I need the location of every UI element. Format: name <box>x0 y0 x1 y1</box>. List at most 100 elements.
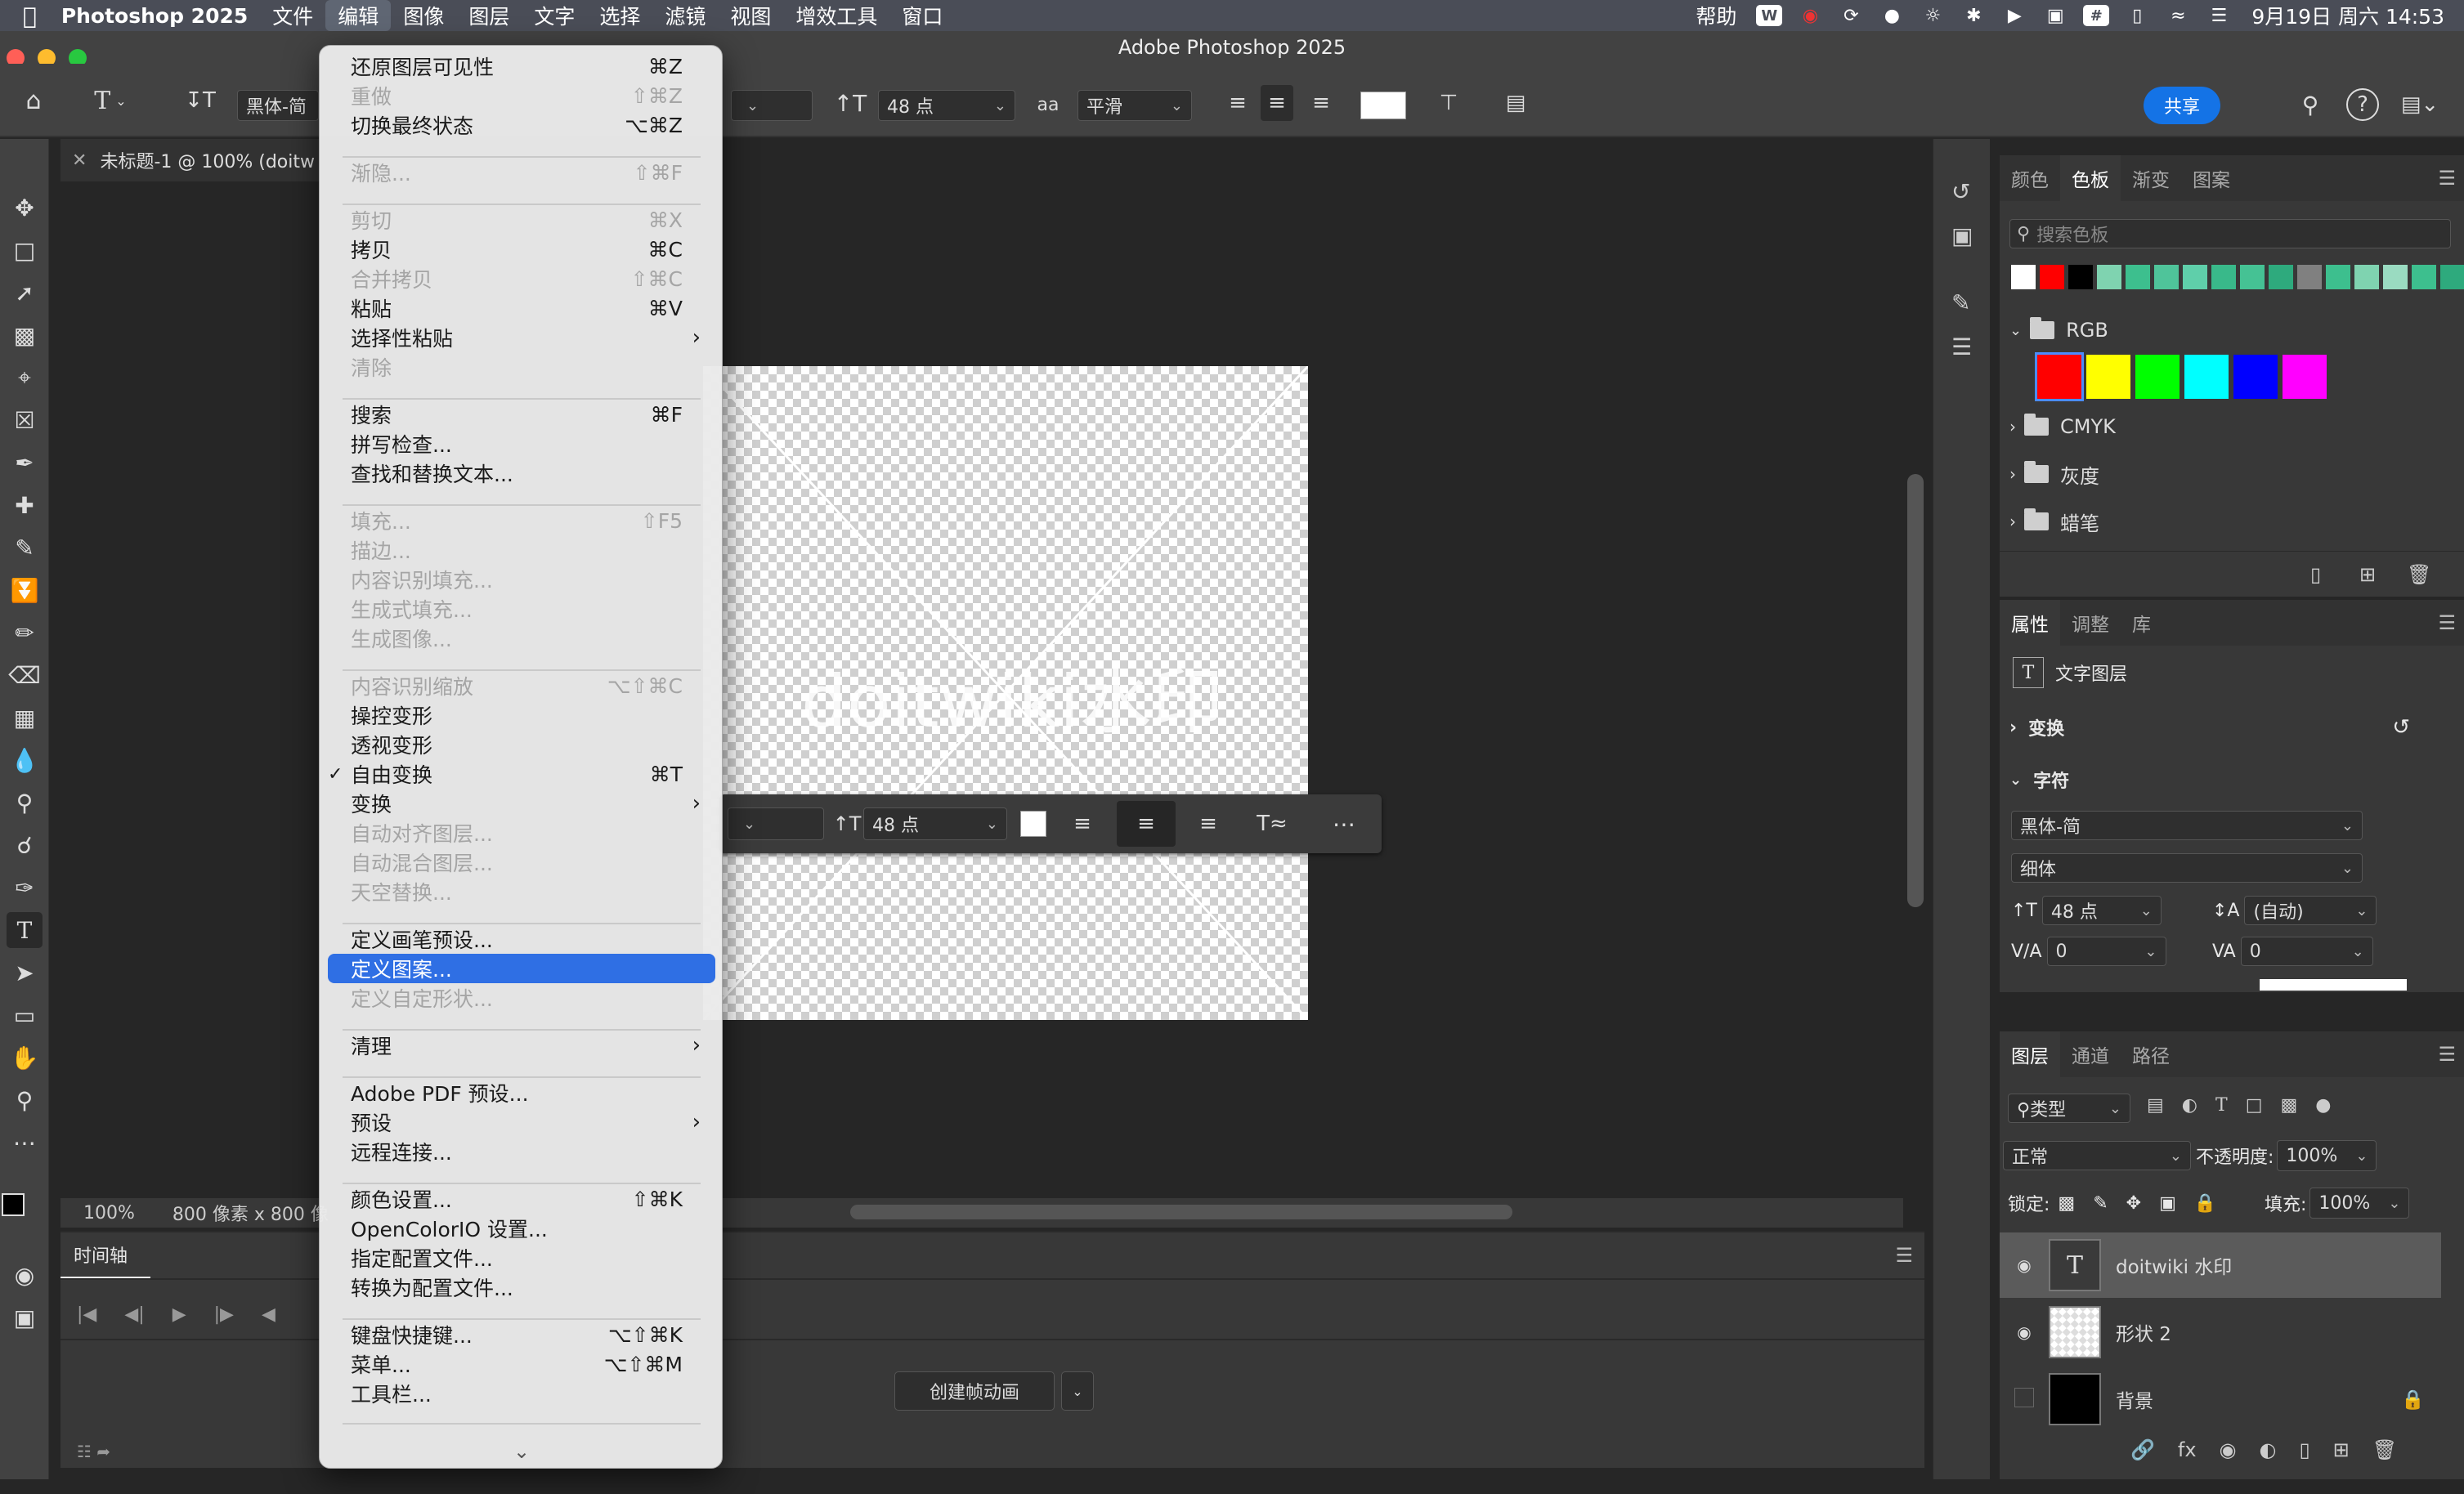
menu-item-19[interactable]: 操控变形 <box>328 700 715 730</box>
new-layer-icon[interactable]: ⊞ <box>2333 1438 2350 1461</box>
eye-icon[interactable]: ◉ <box>2000 1255 2049 1275</box>
menu-item-7[interactable]: 粘贴 ⌘V <box>328 293 715 323</box>
menu-item-8[interactable]: 选择性粘贴 › <box>328 323 715 352</box>
path-select-tool-icon[interactable]: ➤ <box>7 955 43 991</box>
new-swatch-icon[interactable]: ⊞ <box>2359 563 2376 586</box>
new-group-icon[interactable]: ▯ <box>2310 563 2321 586</box>
menu-layer[interactable]: 图层 <box>456 0 522 31</box>
battery-icon[interactable]: ▯ <box>2124 5 2150 26</box>
prop-font-size-field[interactable]: 48 点 <box>2041 896 2162 925</box>
color-swatch[interactable] <box>2154 265 2179 289</box>
object-select-tool-icon[interactable]: ▩ <box>7 317 43 353</box>
tab-paths[interactable]: 路径 <box>2121 1031 2181 1077</box>
ctx-more-icon[interactable]: ⋯ <box>1321 806 1367 842</box>
font-style-select[interactable] <box>731 90 813 121</box>
zoom-level[interactable]: 100% <box>83 1203 135 1223</box>
create-frame-animation-button[interactable]: 创建帧动画 <box>894 1371 1055 1411</box>
marquee-tool-icon[interactable]: □ <box>7 232 43 268</box>
next-frame-icon[interactable]: |▶ <box>214 1304 234 1325</box>
transform-section[interactable]: › 变换 ↺ <box>2009 711 2451 744</box>
document-size-info[interactable]: 800 像素 x 800 像 <box>172 1200 329 1226</box>
control-center-icon[interactable]: ☰ <box>2206 5 2232 26</box>
color-swatch[interactable] <box>2184 355 2229 399</box>
font-size-select[interactable]: 48 点 <box>878 90 1015 121</box>
color-swatch[interactable] <box>2035 352 2084 401</box>
tab-adjustments[interactable]: 调整 <box>2060 600 2121 646</box>
swatch-group-rgb[interactable]: ⌄ RGB <box>2000 307 2449 353</box>
align-center-icon[interactable]: ≡ <box>1261 85 1293 121</box>
timeline-footer-icons[interactable]: ☷ ➦ <box>77 1442 110 1461</box>
color-swatch[interactable] <box>2283 355 2327 399</box>
character-section[interactable]: ⌄ 字符 <box>2009 763 2451 796</box>
menu-type[interactable]: 文字 <box>522 0 587 31</box>
document-tab[interactable]: ✕ 未标题-1 @ 100% (doitw <box>60 139 330 181</box>
swatch-group-cmyk[interactable]: › CMYK <box>2000 404 2449 450</box>
menu-item-34[interactable]: OpenColorIO 设置... <box>328 1214 715 1243</box>
zoom-tool-icon[interactable]: ⚲ <box>7 1082 43 1118</box>
align-left-icon[interactable]: ≡ <box>1221 85 1254 121</box>
tab-color[interactable]: 颜色 <box>2000 155 2060 201</box>
color-swatch[interactable] <box>2011 265 2036 289</box>
screen-mode-icon[interactable]: ▣ <box>7 1299 43 1335</box>
menu-item-12[interactable]: 查找和替换文本... <box>328 458 715 488</box>
tool-preset-picker[interactable]: T ⌄ <box>90 82 131 119</box>
pen-tool-icon[interactable]: ✑ <box>7 870 43 906</box>
menu-item-38[interactable]: 菜单... ⌥⇧⌘M <box>328 1349 715 1379</box>
color-swatch[interactable] <box>2126 265 2150 289</box>
ctx-align-left-icon[interactable]: ≡ <box>1064 806 1100 842</box>
color-swatch[interactable] <box>2440 265 2464 289</box>
delete-layer-icon[interactable]: 🗑 <box>2372 1438 2397 1461</box>
ctx-color-swatch[interactable] <box>1020 811 1046 837</box>
color-swatch[interactable] <box>2211 265 2236 289</box>
ctx-font-select[interactable] <box>728 807 824 840</box>
history-icon[interactable]: ↺ <box>1951 178 1970 205</box>
quick-mask-icon[interactable]: ◉ <box>7 1257 43 1293</box>
menu-help[interactable]: 帮助 <box>1683 0 1749 31</box>
wechat-icon[interactable]: ☼ <box>1920 5 1946 26</box>
menu-item-26[interactable]: 定义画笔预设... <box>328 924 715 954</box>
hidden-eye-box[interactable] <box>2000 1387 2049 1411</box>
play-icon[interactable]: ▶ <box>172 1304 186 1325</box>
play-icon[interactable]: ▶ <box>2001 5 2027 26</box>
menu-item-20[interactable]: 透视变形 <box>328 730 715 759</box>
properties-menu-icon[interactable]: ☰ <box>2438 611 2456 634</box>
rectangle-tool-icon[interactable]: ▭ <box>7 997 43 1033</box>
lock-transparent-icon[interactable]: ▩ <box>2058 1193 2075 1214</box>
lock-position-icon[interactable]: ✥ <box>2126 1193 2141 1214</box>
color-swatch[interactable] <box>2383 265 2408 289</box>
menu-plugins[interactable]: 增效工具 <box>783 0 889 31</box>
vertical-scrollbar[interactable] <box>1907 474 1924 907</box>
filter-pixel-icon[interactable]: ▤ <box>2147 1095 2164 1116</box>
color-swatch[interactable] <box>2068 265 2093 289</box>
menu-item-10[interactable]: 搜索 ⌘F <box>328 400 715 429</box>
zoom-hand-icon[interactable]: ☌ <box>7 827 43 863</box>
layer-row[interactable]: ◉ T doitwiki 水印 <box>2000 1232 2441 1298</box>
help-icon[interactable]: ? <box>2346 88 2379 121</box>
lock-image-icon[interactable]: ✎ <box>2093 1193 2108 1214</box>
swatches-menu-icon[interactable]: ☰ <box>2438 167 2456 190</box>
eraser-tool-icon[interactable]: ⌫ <box>7 657 43 693</box>
document-canvas[interactable]: doitwiki水印 <box>703 366 1308 1020</box>
opacity-field[interactable]: 100% <box>2277 1140 2377 1171</box>
prop-leading-field[interactable]: (自动) <box>2244 896 2377 925</box>
comments-icon[interactable]: ▣ <box>1951 222 1973 249</box>
camera-icon[interactable]: ▣ <box>2042 5 2068 26</box>
text-color-swatch[interactable] <box>1360 92 1406 119</box>
link-layers-icon[interactable]: 🔗 <box>2130 1438 2155 1461</box>
ctx-text-settings-icon[interactable]: T≈ <box>1249 806 1295 842</box>
layer-name[interactable]: doitwiki 水印 <box>2116 1251 2232 1279</box>
menu-item-37[interactable]: 键盘快捷键... ⌥⇧⌘K <box>328 1320 715 1349</box>
tab-properties[interactable]: 属性 <box>2000 600 2060 646</box>
foreground-color-swatch[interactable] <box>2 1193 25 1216</box>
menu-file[interactable]: 文件 <box>260 0 325 31</box>
prop-font-style-select[interactable]: 细体 <box>2011 853 2363 883</box>
layer-row[interactable]: 背景 🔒 <box>2000 1367 2441 1432</box>
lock-artboard-icon[interactable]: ▣ <box>2159 1193 2176 1214</box>
prop-tracking-field[interactable]: 0 <box>2240 937 2373 966</box>
new-group-icon[interactable]: ▯ <box>2299 1438 2309 1461</box>
eyedropper-tool-icon[interactable]: ✒ <box>7 445 43 481</box>
swatch-group-pastel[interactable]: › 蜡笔 <box>2000 499 2449 544</box>
ctx-align-center-icon[interactable]: ≡ <box>1117 801 1176 847</box>
text-orientation-icon[interactable]: ↧T <box>181 82 219 119</box>
menu-item-2[interactable]: 切换最终状态 ⌥⌘Z <box>328 110 715 140</box>
